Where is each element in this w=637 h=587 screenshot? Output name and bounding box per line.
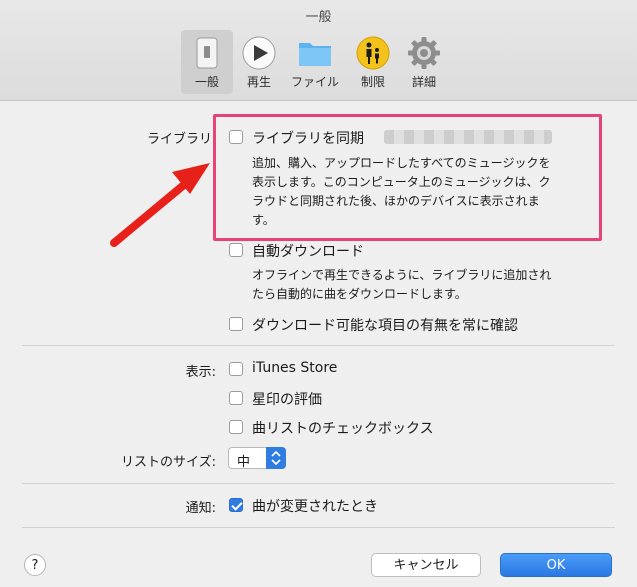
annotation-arrow-icon [110,163,210,247]
